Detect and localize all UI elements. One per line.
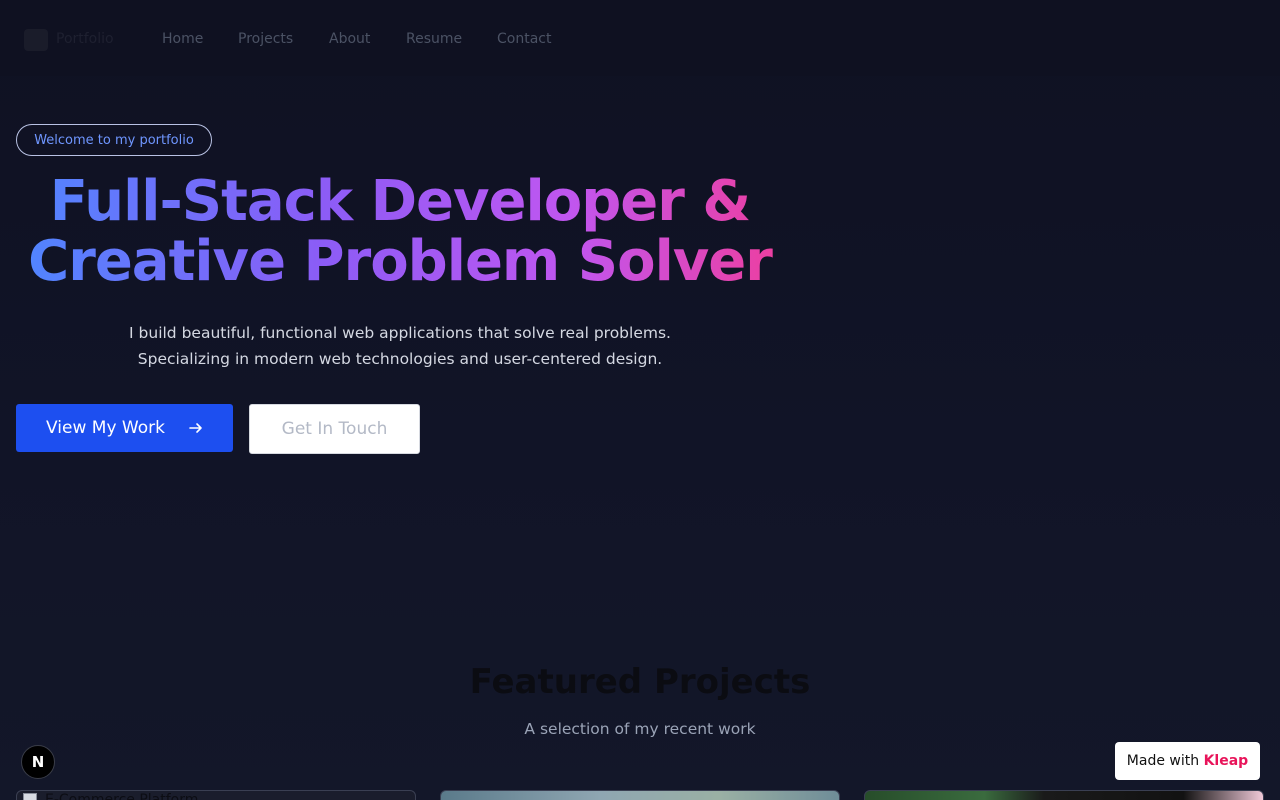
top-nav: Portfolio Home Projects About Resume Con… [0,0,1280,76]
featured-projects-title: Featured Projects [469,662,811,702]
view-my-work-label: View My Work [46,418,165,438]
hero-subtext-line-2: Specializing in modern web technologies … [137,350,663,368]
made-with-kleap-badge[interactable]: Made with Kleap [1115,742,1260,780]
hero-headline-line-1: Full-Stack Developer & [49,169,751,234]
arrow-right-icon [189,423,202,433]
nav-link-contact[interactable]: Contact [497,30,551,48]
featured-projects-subtitle: A selection of my recent work [524,720,756,738]
project-card-3[interactable] [864,790,1264,800]
hero-headline: Full-Stack Developer & Creative Problem … [16,172,784,292]
made-with-prefix: Made with [1126,753,1200,769]
nav-link-resume[interactable]: Resume [406,30,462,48]
get-in-touch-button[interactable]: Get In Touch [249,404,420,454]
project-card-ecommerce[interactable]: E-Commerce Platform [16,790,416,800]
made-with-brand: Kleap [1203,753,1249,769]
project-card-2[interactable] [440,790,840,800]
hero-headline-line-2: Creative Problem Solver [28,229,772,294]
nav-link-projects[interactable]: Projects [238,30,293,48]
welcome-badge: Welcome to my portfolio [16,124,212,156]
project-card-alt-text: E-Commerce Platform [45,792,199,800]
hero-subtext: I build beautiful, functional web applic… [16,320,784,372]
view-my-work-button[interactable]: View My Work [16,404,233,452]
broken-image-alt: E-Commerce Platform [23,793,198,800]
page: Portfolio Home Projects About Resume Con… [0,0,1280,800]
logo-text[interactable]: Portfolio [56,30,114,48]
nav-link-about[interactable]: About [329,30,370,48]
nextjs-badge-icon[interactable]: N [21,745,55,779]
broken-image-icon [23,793,37,800]
nav-link-home[interactable]: Home [162,30,203,48]
logo-icon[interactable] [24,29,48,51]
hero-subtext-line-1: I build beautiful, functional web applic… [129,324,671,342]
